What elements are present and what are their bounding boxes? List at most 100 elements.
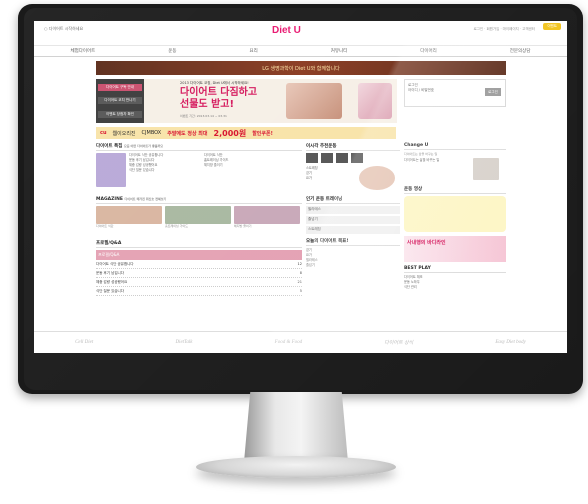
nav-item-exercise[interactable]: 운동 <box>168 48 176 54</box>
row-title: 식단 질문 있습니다 <box>96 289 124 293</box>
ad-tail: 할인쿠폰! <box>252 130 273 137</box>
hero-side-item[interactable]: 다이어트 구독 안내 <box>98 84 142 92</box>
counter-digit <box>351 153 363 163</box>
counter-digit <box>336 153 348 163</box>
hero-date: 이벤트 기간: 2013.03.14 ~ 03.31 <box>180 114 227 118</box>
magazine-thumb <box>234 206 300 224</box>
hero-side-item[interactable]: 다이어트 코치 만나기 <box>98 97 142 105</box>
utility-left-text[interactable]: ○ 다이어트 시작하세요 <box>44 26 83 32</box>
row-count: 5 <box>299 289 302 293</box>
magazine-item-label: 체지방 줄이기 <box>234 224 252 228</box>
login-button[interactable]: 로그인 <box>485 88 501 96</box>
goal-list: 걷기 요가 필라테스 줄넘기 <box>306 248 400 268</box>
diet-feature-sub: 요즘 어떤 다이어트가 좋을까요 <box>123 144 163 148</box>
best-play-item[interactable]: 식단 관리 <box>404 285 506 290</box>
monitor-stand-base <box>196 456 396 478</box>
exercise-item: 요가 <box>306 176 312 180</box>
monitor-stand-neck <box>244 392 348 462</box>
nav-item-consult[interactable]: 전문의상담 <box>510 48 531 54</box>
nav-item-trial[interactable]: 체험다이어트 <box>70 48 95 54</box>
scene: ○ 다이어트 시작하세요 Diet U 로그인 · 회원가입 · 마이페이지 ·… <box>0 0 588 504</box>
partner-footer: Cell Diet DietTalk Food & Food 다이어트 상식 E… <box>34 331 567 353</box>
footer-partner[interactable]: Food & Food <box>275 340 303 345</box>
hero-carousel[interactable]: 다이어트 구독 안내 다이어트 코치 만나기 이벤트 당첨자 확인 2013 다… <box>96 79 397 123</box>
footer-partner[interactable]: DietTalk <box>175 340 192 345</box>
utility-links[interactable]: 로그인 · 회원가입 · 마이페이지 · 고객센터 <box>473 27 535 32</box>
today-goal-title[interactable]: 오늘의 다이어트 목표! <box>306 238 400 246</box>
video-title[interactable]: 운동 영상 <box>404 186 506 194</box>
training-item[interactable]: 줄넘기 <box>306 216 400 224</box>
hero-side-item[interactable]: 이벤트 당첨자 확인 <box>98 110 142 118</box>
magazine-thumb <box>165 206 231 224</box>
row-title: 체중 감량 성공했어요 <box>96 280 128 284</box>
main-content-column: 다이어트 특집 요즘 어떤 다이어트가 좋을까요 다이어트 식단 공유합니다 운… <box>96 143 302 333</box>
board-title[interactable]: 프로필/Q&A <box>96 240 302 248</box>
magazine-title[interactable]: MAGAZINE 다이어트 매거진 최신호 전체보기 <box>96 197 302 204</box>
hero-gift-image <box>358 83 392 119</box>
table-row[interactable]: 체중 감량 성공했어요 21 <box>96 278 302 287</box>
nav-item-cooking[interactable]: 요리 <box>250 48 258 54</box>
magazine-item-label: 홈트레이닝 가이드 <box>165 224 189 228</box>
counter-digit <box>321 153 333 163</box>
row-title: 운동 후기 남깁니다 <box>96 271 124 275</box>
table-row[interactable]: 식단 질문 있습니다 5 <box>96 287 302 296</box>
nav-item-diary[interactable]: 다이어리 <box>420 48 437 54</box>
exercise-preview[interactable]: 스트레칭 걷기 요가 <box>306 166 400 192</box>
row-count: 12 <box>297 262 302 266</box>
board-header: 프로필/Q&A <box>96 250 302 260</box>
best-play-list: 다이어트 체조 운동 노하우 식단 관리 <box>404 275 506 290</box>
table-row[interactable]: 운동 후기 남깁니다 8 <box>96 269 302 278</box>
exercise-text: 스트레칭 걷기 요가 <box>306 166 356 192</box>
training-item[interactable]: 필라테스 <box>306 206 400 214</box>
magazine-title-text: MAGAZINE <box>96 197 123 202</box>
hero-side-menu: 다이어트 구독 안내 다이어트 코치 만나기 이벤트 당첨자 확인 <box>96 79 144 123</box>
site-logo[interactable]: Diet U <box>272 25 301 36</box>
nav-item-community[interactable]: 커뮤니티 <box>331 48 348 54</box>
video-thumbnail[interactable] <box>404 196 506 232</box>
diet-feature-title[interactable]: 다이어트 특집 요즘 어떤 다이어트가 좋을까요 <box>96 143 302 151</box>
feature-line[interactable]: 체지방 줄이기 <box>204 163 300 168</box>
footer-partner[interactable]: Cell Diet <box>75 340 93 345</box>
hero-model-image <box>286 83 342 119</box>
promo-banner[interactable]: 사내행의 바디라인 <box>404 236 506 262</box>
footer-partner[interactable]: Easy Diet body <box>495 340 526 345</box>
change-u-title[interactable]: Change U <box>404 143 506 150</box>
event-badge[interactable]: 이벤트 <box>543 23 561 30</box>
table-row[interactable]: 다이어트 식단 공유합니다 12 <box>96 260 302 269</box>
exercise-image <box>359 166 395 190</box>
counter-digit <box>306 153 318 163</box>
footer-partner[interactable]: 다이어트 상식 <box>384 339 413 346</box>
hero-subtitle: 2013 다이어트 코칭, Diet U에서 시작하세요! <box>180 81 249 85</box>
top-banner-text: LG 생명과학이 Diet U와 함께합니다 <box>262 65 340 72</box>
change-u-sub: 다이어트는 삶을 바꾸는 일 <box>404 152 438 156</box>
magazine-item[interactable]: 홈트레이닝 가이드 <box>165 206 231 236</box>
feature-articles: 다이어트 식단 공유합니다 운동 후기 남깁니다 체중 감량 성공했어요 식단 … <box>96 153 302 193</box>
best-play-title[interactable]: BEST PLAY <box>404 266 506 273</box>
right-sidebar: Change U 다이어트는 삶을 바꾸는 일 다이어트는 삶을 바꾸는 일 운… <box>404 113 506 333</box>
doctor-photo <box>473 158 499 180</box>
recommended-exercise-title[interactable]: 이시각 추천운동 <box>306 143 400 151</box>
row-count: 8 <box>299 271 302 275</box>
middle-column: 이시각 추천운동 스트레칭 걷기 요가 인기 운동 트레이닝 필라테스 줄넘기 … <box>306 143 400 333</box>
hero-title-line1: 다이어트 다짐하고 <box>180 87 258 98</box>
magazine-item[interactable]: 다이어트 식단 <box>96 206 162 236</box>
training-item[interactable]: 스트레칭 <box>306 226 400 234</box>
monitor-frame: ○ 다이어트 시작하세요 Diet U 로그인 · 회원가입 · 마이페이지 ·… <box>18 4 583 394</box>
ad-brand-3: CJMBOX <box>141 130 162 136</box>
magazine-item[interactable]: 체지방 줄이기 <box>234 206 300 236</box>
ad-brand-cu: cu <box>100 130 107 136</box>
ad-strip[interactable]: cu 웹이오리진 CJMBOX 주말에도 정상 최대 2,000원 할인쿠폰! <box>96 127 396 139</box>
goal-item[interactable]: 줄넘기 <box>306 263 400 268</box>
row-title: 다이어트 식단 공유합니다 <box>96 262 134 266</box>
ad-text: 주말에도 정상 최대 <box>167 130 208 137</box>
popular-training-title[interactable]: 인기 운동 트레이닝 <box>306 196 400 204</box>
change-u-feature[interactable]: 다이어트는 삶을 바꾸는 일 <box>404 158 506 180</box>
feature-thumbnail[interactable] <box>96 153 126 187</box>
feature-text-list: 다이어트 식단 공유합니다 운동 후기 남깁니다 체중 감량 성공했어요 식단 … <box>129 153 201 193</box>
feature-line[interactable]: 식단 질문 있습니다 <box>129 168 201 173</box>
change-u-text: 다이어트는 삶을 바꾸는 일 <box>404 158 470 180</box>
row-count: 21 <box>297 280 302 284</box>
top-banner[interactable]: LG 생명과학이 Diet U와 함께합니다 <box>96 61 506 75</box>
main-navigation: 체험다이어트 운동 요리 커뮤니티 다이어리 전문의상담 <box>34 45 567 57</box>
ad-amount: 2,000원 <box>213 128 247 138</box>
